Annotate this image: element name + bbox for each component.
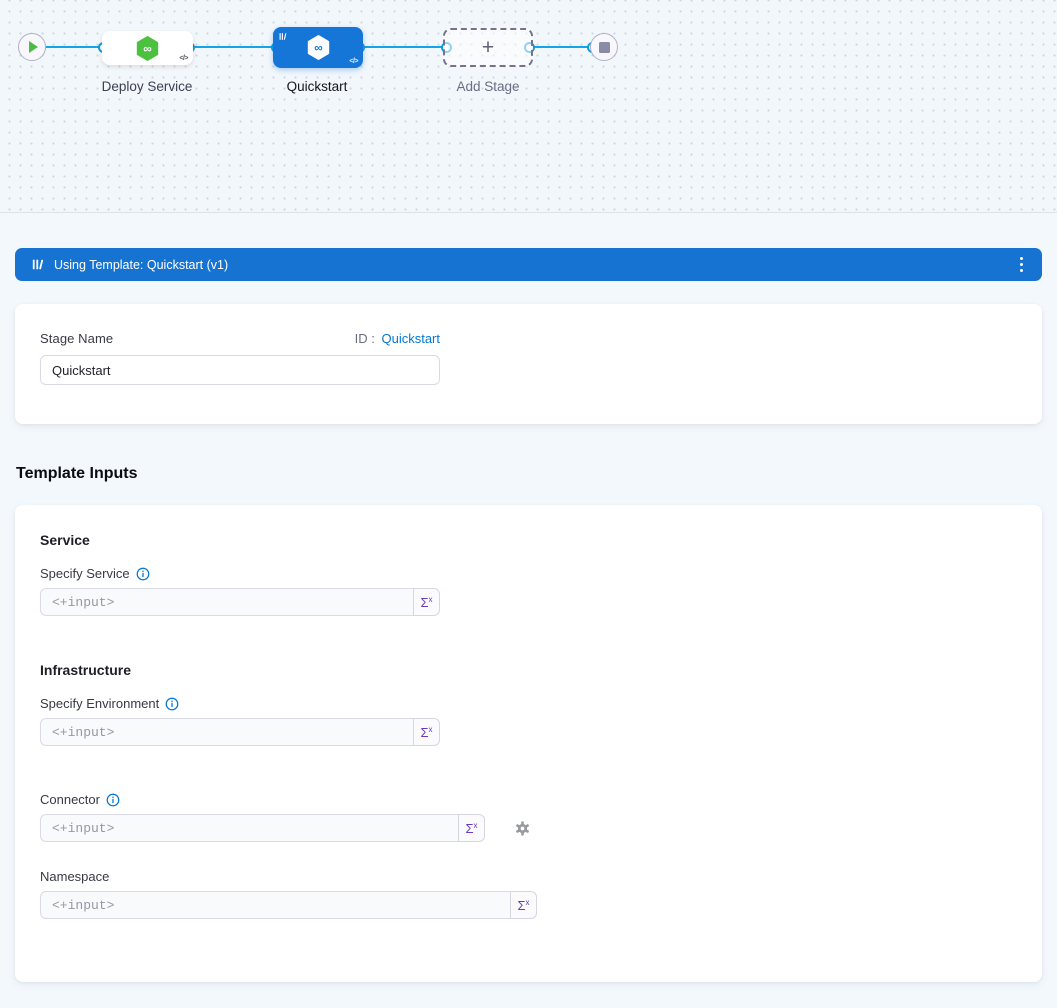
specify-environment-input[interactable] — [40, 718, 413, 746]
stage-id: ID : Quickstart — [355, 331, 440, 346]
connector-line — [529, 46, 593, 48]
harness-stage-icon: ∞ — [305, 34, 332, 61]
pipeline-canvas[interactable]: ∞ </> ∞ </> + Deploy Service Quickstart … — [0, 0, 1057, 213]
runtime-expression-button[interactable]: Σx — [413, 718, 440, 746]
info-icon[interactable] — [106, 793, 120, 807]
template-library-icon — [279, 32, 288, 41]
connector-settings-gear-icon[interactable] — [514, 820, 531, 837]
connector-line — [40, 46, 104, 48]
stage-name-label: Stage Name — [40, 331, 113, 346]
namespace-input[interactable] — [40, 891, 510, 919]
stage-name-card: Stage Name ID : Quickstart — [15, 304, 1042, 424]
connector-input[interactable] — [40, 814, 458, 842]
harness-stage-icon: ∞ — [134, 35, 161, 62]
template-library-icon — [32, 258, 45, 271]
runtime-expression-button[interactable]: Σx — [458, 814, 485, 842]
stop-icon — [599, 42, 610, 53]
runtime-expression-button[interactable]: Σx — [510, 891, 537, 919]
specify-service-label: Specify Service — [40, 566, 1017, 581]
stage-config-panel: Using Template: Quickstart (v1) Stage Na… — [0, 213, 1057, 982]
code-icon: </> — [349, 58, 358, 65]
stage-name-input[interactable] — [40, 355, 440, 385]
connector-label: Connector — [40, 792, 1017, 807]
info-icon[interactable] — [165, 697, 179, 711]
info-icon[interactable] — [136, 567, 150, 581]
template-banner: Using Template: Quickstart (v1) — [15, 248, 1042, 281]
template-banner-text: Using Template: Quickstart (v1) — [54, 258, 1017, 272]
banner-menu-button[interactable] — [1017, 254, 1027, 276]
connector-line — [359, 46, 447, 48]
add-stage-button[interactable]: + — [443, 28, 533, 67]
pipeline-start-node[interactable] — [18, 33, 46, 61]
specify-environment-label: Specify Environment — [40, 696, 1017, 711]
plus-icon: + — [482, 37, 494, 58]
stage-id-label: ID : — [355, 331, 375, 346]
stage-label-add-stage: Add Stage — [418, 79, 558, 94]
section-title-infrastructure: Infrastructure — [40, 662, 1017, 678]
connector-line — [189, 46, 277, 48]
specify-service-input[interactable] — [40, 588, 413, 616]
svg-text:∞: ∞ — [143, 41, 151, 55]
namespace-label: Namespace — [40, 869, 1017, 884]
section-title-service: Service — [40, 532, 1017, 548]
svg-text:∞: ∞ — [314, 41, 322, 55]
pipeline-end-node[interactable] — [590, 33, 618, 61]
stage-node-deploy-service[interactable]: ∞ </> — [102, 31, 193, 65]
play-icon — [29, 41, 38, 53]
runtime-expression-button[interactable]: Σx — [413, 588, 440, 616]
template-inputs-heading: Template Inputs — [16, 465, 1042, 483]
stage-label-quickstart: Quickstart — [247, 79, 387, 94]
code-icon: </> — [179, 55, 188, 62]
stage-node-quickstart-selected[interactable]: ∞ </> — [273, 27, 363, 68]
stage-id-link[interactable]: Quickstart — [381, 331, 440, 346]
template-inputs-card: Service Specify Service Σx Infrastructur… — [15, 505, 1042, 982]
stage-label-deploy-service: Deploy Service — [77, 79, 217, 94]
